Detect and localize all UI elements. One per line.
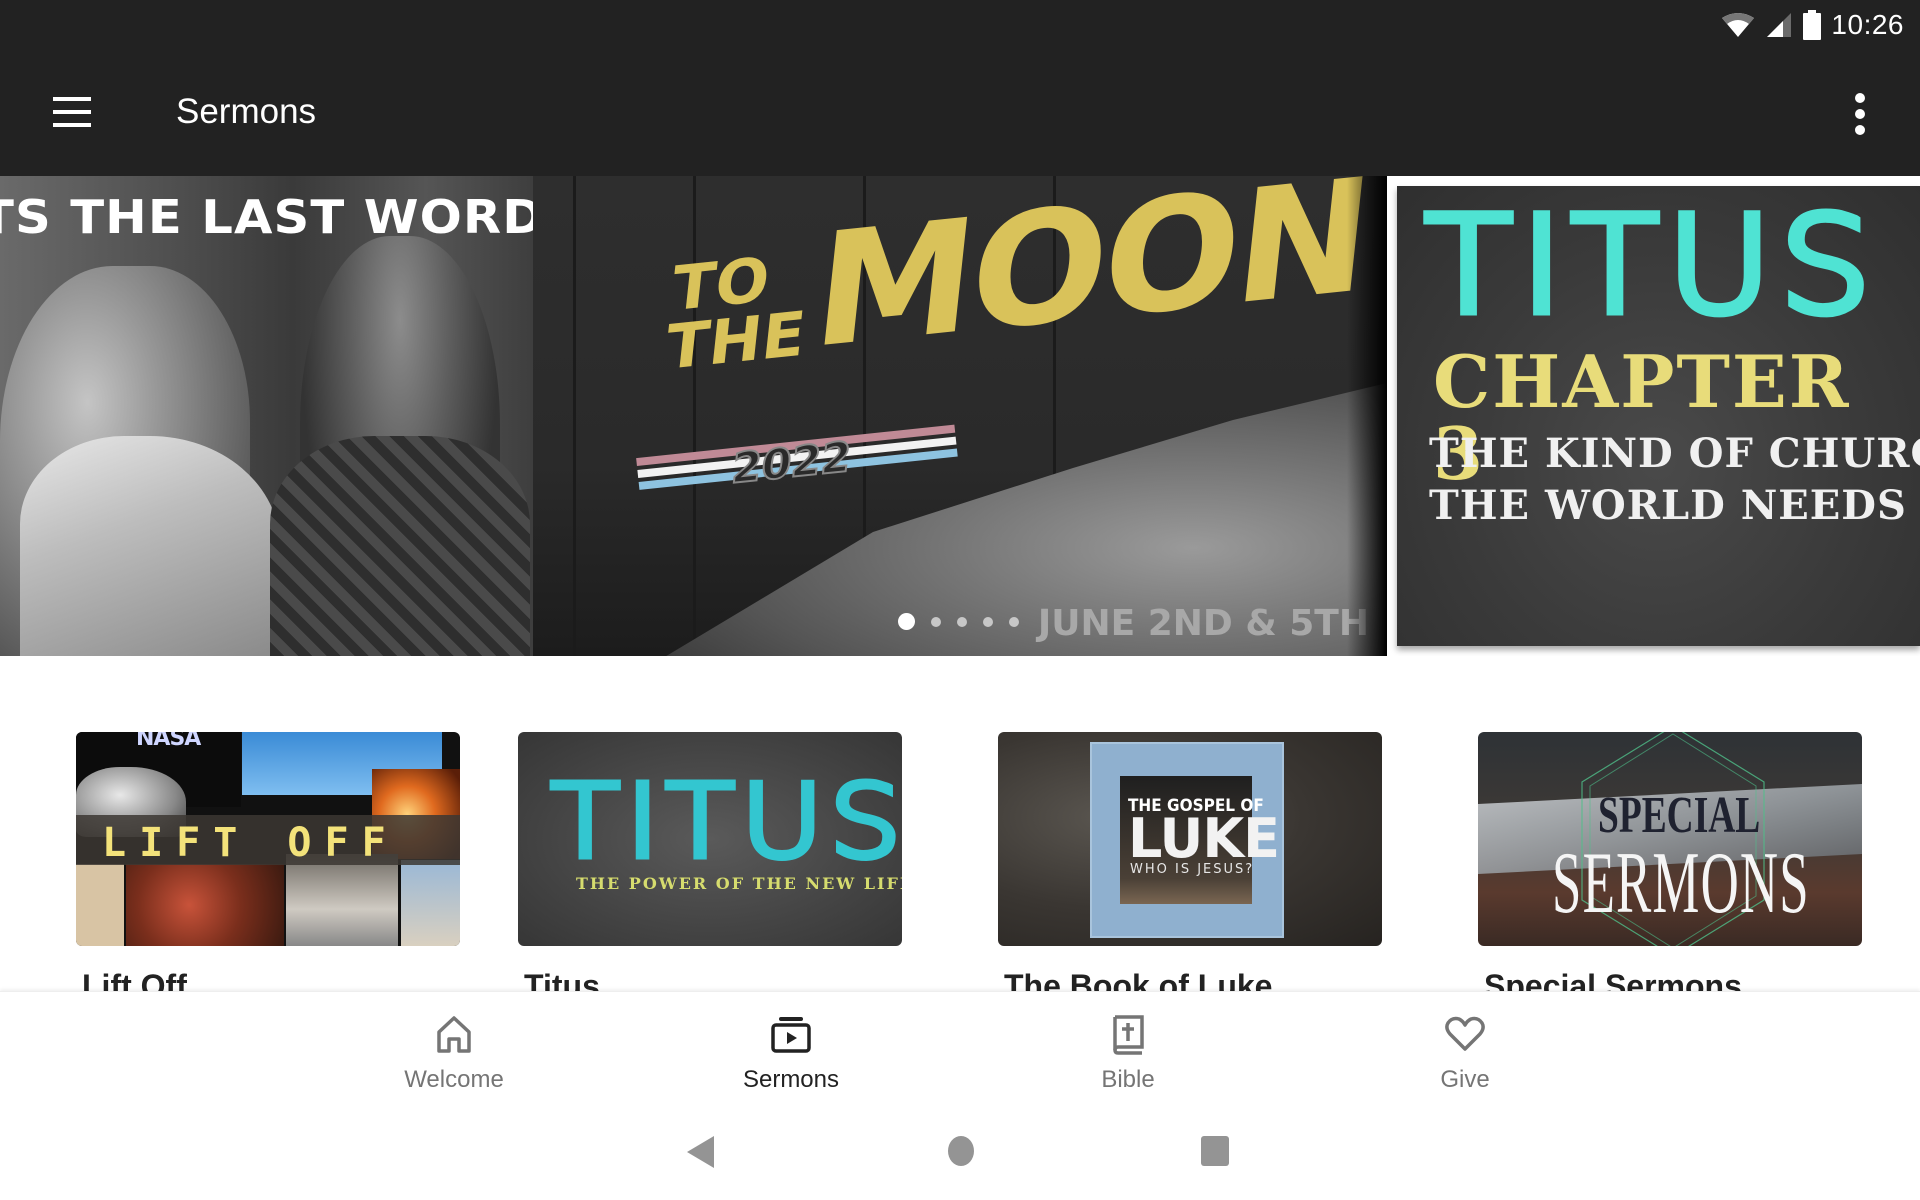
slide-artwork-robe [20,436,280,656]
collage-flag [401,860,460,946]
series-thumbnail: NASA LIFT OFF [76,732,460,946]
slide-artwork-shirt [270,436,530,656]
collage-helmet [126,864,284,946]
status-time: 10:26 [1831,9,1904,40]
slide-tagline-line1: THE KIND OF CHURCH [1429,430,1920,477]
app-bar: Sermons [0,50,1920,176]
status-icons: 10:26 [1721,8,1904,42]
nasa-logo: NASA [136,732,201,751]
nav-item-sermons[interactable]: Sermons [661,992,921,1100]
battery-icon [1803,10,1822,40]
hamburger-menu-icon[interactable] [44,84,100,140]
thumbnail-art-line3: WHO IS JESUS? [1130,862,1255,877]
bottom-navigation: Welcome Sermons Bible Give [0,991,1920,1099]
nav-item-welcome[interactable]: Welcome [324,992,584,1100]
nav-label: Bible [1101,1066,1155,1093]
nav-label: Give [1440,1066,1490,1093]
video-library-icon [769,1012,813,1056]
slide-tagline: THE KIND OF CHURCH THE WORLD NEEDS [1429,428,1920,532]
carousel-slide-previous[interactable]: TS THE LAST WORD [0,176,533,656]
thumbnail-art-subtitle: THE POWER OF THE NEW LIFE [576,874,902,893]
carousel-pagination [898,613,1019,630]
more-vert-icon[interactable] [1840,90,1880,138]
carousel-dot-3[interactable] [957,616,967,627]
series-title: Lift Off [82,968,187,991]
series-card-lift-off[interactable]: NASA LIFT OFF Lift Off [76,732,460,991]
collage-panel [76,864,124,946]
thumbnail-art-text: TITUS [547,763,902,880]
recents-icon[interactable] [1200,1135,1230,1172]
nav-label: Welcome [404,1066,504,1093]
system-navigation-bar [0,1099,1920,1200]
series-title: Special Sermons [1484,968,1742,991]
slide-year: 2022 [728,431,854,494]
bible-icon [1106,1012,1150,1056]
series-card-special-sermons[interactable]: SPECIAL SERMONS Special Sermons [1478,732,1862,991]
title-the: THE [662,297,809,385]
carousel-dot-4[interactable] [983,616,993,627]
moon-title-small: TO THE [662,243,814,385]
nav-label: Sermons [742,1066,840,1093]
collage-astronauts [286,854,398,946]
heart-icon [1443,1012,1487,1056]
status-bar: 10:26 [0,0,1920,50]
thumbnail-art-line2: SERMONS [1552,835,1810,932]
home-icon [432,1012,476,1056]
slide-tagline-line2: THE WORLD NEEDS [1429,482,1907,529]
back-icon[interactable] [686,1135,716,1174]
series-thumbnail: SPECIAL SERMONS [1478,732,1862,946]
series-thumbnail: TITUS THE POWER OF THE NEW LIFE [518,732,902,946]
series-title: The Book of Luke [1004,968,1273,991]
slide-artwork: TITUS CHAPTER 3 THE KIND OF CHURCH THE W… [1397,186,1920,646]
series-card-titus[interactable]: TITUS THE POWER OF THE NEW LIFE Titus [518,732,902,991]
carousel-dot-1[interactable] [898,613,915,630]
nav-item-give[interactable]: Give [1335,992,1595,1100]
thumbnail-art-line2: LUKE [1128,807,1280,870]
carousel-dot-2[interactable] [931,616,941,627]
texture-line [573,176,576,656]
home-circle-icon[interactable] [946,1135,976,1172]
series-title: Titus [524,968,600,991]
series-card-luke[interactable]: THE GOSPEL OF LUKE WHO IS JESUS? The Boo… [998,732,1382,991]
carousel-slide-next[interactable]: TITUS CHAPTER 3 THE KIND OF CHURCH THE W… [1387,176,1920,656]
signal-icon [1765,11,1793,39]
thumbnail-art-text: LIFT OFF [102,820,399,866]
featured-carousel[interactable]: TS THE LAST WORD TO THE MOON 2022 JUNE 2… [0,176,1920,656]
slide-title: TITUS [1420,189,1880,343]
wifi-icon [1721,12,1755,38]
carousel-slide-current[interactable]: TO THE MOON 2022 JUNE 2ND & 5TH [533,176,1387,656]
moon-title: TO THE MOON [662,176,1377,385]
slide-edge-shadow [1347,176,1387,656]
series-grid: NASA LIFT OFF Lift Off TITUS THE POWER O… [0,656,1920,991]
title-moon: MOON [805,176,1377,384]
carousel-dot-5[interactable] [1009,616,1019,627]
series-thumbnail: THE GOSPEL OF LUKE WHO IS JESUS? [998,732,1382,946]
page-title: Sermons [176,92,317,131]
slide-title: TS THE LAST WORD [0,190,533,244]
nav-item-bible[interactable]: Bible [998,992,1258,1100]
slide-date: JUNE 2ND & 5TH [1037,603,1369,644]
